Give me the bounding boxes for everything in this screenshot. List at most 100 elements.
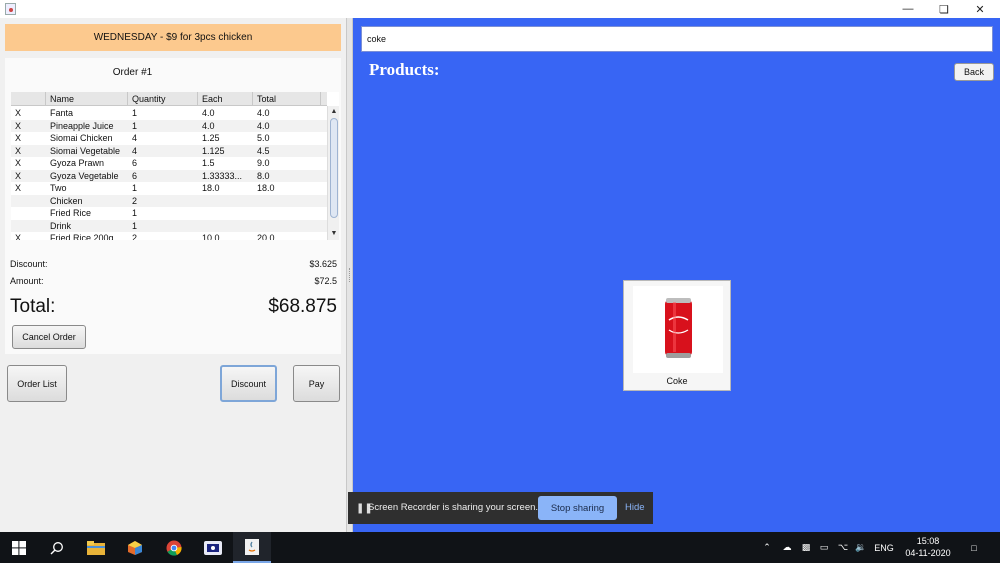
- cell-remove[interactable]: X: [11, 232, 46, 240]
- cell-name: Gyoza Prawn: [50, 158, 105, 168]
- stop-sharing-button[interactable]: Stop sharing: [538, 496, 617, 520]
- cell-remove[interactable]: X: [11, 182, 46, 195]
- cell-quantity: 1: [132, 120, 138, 131]
- table-row[interactable]: Drink 1: [11, 219, 327, 233]
- cell-quantity: 2: [132, 195, 138, 206]
- coke-can-icon: [665, 298, 692, 358]
- scroll-up-icon[interactable]: ▲: [328, 106, 339, 117]
- cell-total: [253, 220, 321, 233]
- cell-remove[interactable]: X: [11, 120, 46, 133]
- windows-start-icon[interactable]: [0, 532, 38, 563]
- column-header-name[interactable]: Name: [46, 92, 128, 106]
- cell-total: 20.0: [257, 233, 275, 240]
- column-header-each[interactable]: Each: [198, 92, 253, 106]
- table-row[interactable]: X Fried Rice 200g 2 10.0 20.0: [11, 232, 327, 240]
- split-pane-divider[interactable]: [346, 18, 353, 532]
- table-row[interactable]: X Siomai Vegetable 4 1.125 4.5: [11, 144, 327, 158]
- cell-each: 1.33333...: [202, 170, 243, 181]
- minimize-icon[interactable]: —: [890, 0, 926, 18]
- column-header-total[interactable]: Total: [253, 92, 321, 106]
- cancel-order-button[interactable]: Cancel Order: [12, 325, 86, 349]
- notifications-icon[interactable]: □: [962, 532, 986, 563]
- app-cube-icon[interactable]: [116, 532, 154, 563]
- product-image: [633, 286, 723, 373]
- cell-total: [253, 207, 321, 220]
- cell-each: 18.0: [202, 183, 220, 193]
- product-card-coke[interactable]: Coke: [623, 280, 731, 391]
- cell-each: [198, 220, 253, 233]
- table-row[interactable]: Fried Rice 1: [11, 207, 327, 220]
- cell-remove[interactable]: X: [11, 170, 46, 183]
- cell-quantity: 1: [132, 108, 138, 118]
- cell-quantity: 1: [132, 208, 138, 218]
- cell-total: [253, 195, 321, 208]
- cell-each: [198, 195, 253, 208]
- screen-recorder-icon[interactable]: [194, 532, 232, 563]
- promo-banner: WEDNESDAY - $9 for 3pcs chicken: [5, 24, 341, 51]
- cell-total: 4.0: [257, 108, 270, 118]
- search-input[interactable]: coke: [361, 26, 993, 52]
- search-icon[interactable]: [38, 532, 76, 563]
- clock[interactable]: 15:08 04-11-2020: [897, 535, 959, 559]
- clock-time: 15:08: [916, 536, 940, 546]
- cell-quantity: 2: [132, 233, 138, 240]
- cell-remove[interactable]: X: [11, 107, 46, 120]
- table-scrollbar[interactable]: ▲ ▼: [327, 106, 339, 240]
- cell-name: Fried Rice: [50, 208, 92, 218]
- cell-name: Gyoza Vegetable: [50, 170, 119, 181]
- amount-label: Amount:: [10, 276, 44, 286]
- back-button[interactable]: Back: [954, 63, 994, 81]
- order-table[interactable]: Name Quantity Each Total X Fanta 1 4.0 4.0 X P…: [11, 92, 339, 240]
- hide-link[interactable]: Hide: [625, 502, 645, 513]
- table-row[interactable]: X Two 1 18.0 18.0: [11, 182, 327, 195]
- wifi-icon[interactable]: ⌥: [835, 532, 851, 563]
- table-row[interactable]: X Siomai Chicken 4 1.25 5.0: [11, 132, 327, 145]
- file-explorer-icon[interactable]: [77, 532, 115, 563]
- display-icon[interactable]: ▩: [797, 532, 815, 563]
- close-icon[interactable]: ✕: [962, 0, 998, 18]
- order-title: Order #1: [112, 67, 153, 78]
- order-box: Order #1 Name Quantity Each Total X Fanta…: [5, 58, 341, 354]
- app-window: — ❏ ✕ WEDNESDAY - $9 for 3pcs chicken Or…: [0, 0, 1000, 532]
- java-app-taskbar-icon[interactable]: [233, 532, 271, 563]
- total-value: $68.875: [268, 296, 337, 317]
- order-list-button[interactable]: Order List: [7, 365, 67, 402]
- table-row[interactable]: X Pineapple Juice 1 4.0 4.0: [11, 119, 327, 133]
- scroll-thumb[interactable]: [330, 118, 338, 218]
- products-title: Products:: [369, 60, 440, 79]
- onedrive-cloud-icon[interactable]: ☁: [778, 532, 796, 563]
- language-indicator[interactable]: ENG: [872, 532, 896, 563]
- cell-total: 5.0: [257, 133, 270, 143]
- chrome-icon[interactable]: [155, 532, 193, 563]
- discount-button[interactable]: Discount: [220, 365, 277, 402]
- cell-total: 18.0: [257, 183, 275, 193]
- column-header-quantity[interactable]: Quantity: [128, 92, 198, 106]
- restore-icon[interactable]: ❏: [926, 0, 962, 18]
- cell-name: Fanta: [50, 108, 74, 118]
- clock-date: 04-11-2020: [905, 548, 951, 558]
- cell-remove[interactable]: [11, 207, 46, 220]
- scroll-down-icon[interactable]: ▼: [328, 228, 339, 239]
- divider-grip[interactable]: [349, 268, 351, 282]
- cell-each: 1.5: [202, 158, 215, 168]
- cell-remove[interactable]: [11, 195, 46, 208]
- share-message: Screen Recorder is sharing your screen.: [368, 502, 539, 513]
- cell-quantity: 4: [132, 133, 138, 143]
- cell-remove[interactable]: X: [11, 145, 46, 158]
- cell-remove[interactable]: X: [11, 132, 46, 145]
- pay-button[interactable]: Pay: [293, 365, 340, 402]
- volume-icon[interactable]: 🔉: [853, 532, 869, 563]
- table-row[interactable]: X Gyoza Vegetable 6 1.33333... 8.0: [11, 169, 327, 183]
- discount-value: $3.625: [309, 259, 337, 269]
- table-body: X Fanta 1 4.0 4.0 X Pineapple Juice 1 4.0 4.0 X Sio…: [11, 107, 327, 240]
- cell-name: Fried Rice 200g: [50, 233, 114, 240]
- cell-name: Siomai Vegetable: [50, 145, 121, 156]
- column-header-remove[interactable]: [11, 92, 46, 106]
- table-row[interactable]: X Fanta 1 4.0 4.0: [11, 107, 327, 120]
- cell-remove[interactable]: X: [11, 157, 46, 170]
- battery-icon[interactable]: ▭: [816, 532, 832, 563]
- table-row[interactable]: X Gyoza Prawn 6 1.5 9.0: [11, 157, 327, 170]
- cell-remove[interactable]: [11, 220, 46, 233]
- chevron-up-icon[interactable]: ⌃: [760, 532, 774, 563]
- table-row[interactable]: Chicken 2: [11, 194, 327, 208]
